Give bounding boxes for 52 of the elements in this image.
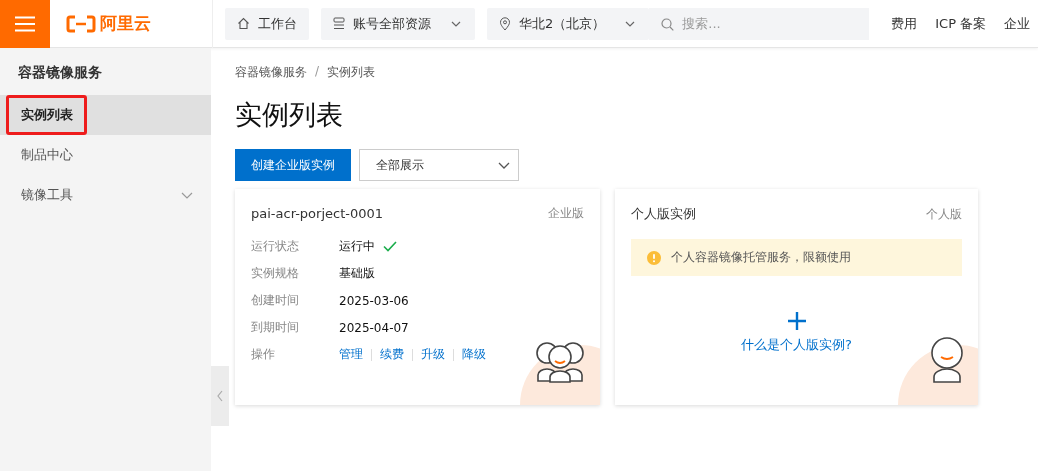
caret-icon — [625, 20, 636, 27]
field-label: 运行状态 — [251, 238, 300, 255]
stack-icon — [333, 17, 345, 30]
plus-icon[interactable] — [787, 312, 806, 330]
edition-label: 个人版 — [926, 205, 962, 223]
menu-icon — [15, 15, 35, 32]
action-link[interactable]: 管理 — [339, 346, 363, 363]
menu-button[interactable] — [0, 0, 50, 48]
person-drawing — [930, 337, 964, 383]
breadcrumb-item: 实例列表 — [327, 64, 376, 81]
field-label: 操作 — [251, 346, 276, 363]
action-link[interactable]: 降级 — [462, 346, 486, 363]
filter-select[interactable]: 全部展示 — [359, 149, 519, 181]
nav-button[interactable]: 工作台 — [225, 7, 309, 40]
card-title: pai-acr-porject-0001 — [251, 206, 384, 221]
field-label: 创建时间 — [251, 292, 300, 309]
chevron-icon — [217, 390, 223, 402]
page-title: 实例列表 — [235, 98, 344, 132]
field-label: 实例规格 — [251, 265, 300, 282]
field-value: 运行中 — [339, 238, 375, 255]
field-value: 2025-03-06 — [339, 293, 409, 308]
notice-text: 个人容器镜像托管服务，限额使用 — [671, 249, 851, 266]
sidebar-item[interactable]: 制品中心 — [0, 135, 211, 175]
breadcrumb-separator: / — [315, 64, 320, 80]
edition-label: 企业版 — [548, 205, 584, 222]
nav-link[interactable]: 企业 — [1004, 14, 1031, 33]
breadcrumb-item[interactable]: 容器镜像服务 — [235, 64, 307, 81]
field-value: 基础版 — [339, 265, 375, 282]
sidebar-title: 容器镜像服务 — [17, 63, 103, 82]
chevron-icon — [181, 191, 193, 199]
field-value: 2025-04-07 — [339, 320, 409, 335]
dropdown-button[interactable]: 账号全部资源 — [321, 7, 475, 40]
create-button[interactable]: 创建企业版实例 — [235, 149, 351, 181]
logo-icon — [66, 14, 96, 33]
action-link[interactable]: 升级 — [421, 346, 445, 363]
location-icon — [499, 16, 511, 31]
nav-link[interactable]: 费用 — [891, 14, 918, 33]
people-drawing — [534, 339, 586, 383]
dropdown-button[interactable]: 华北2（北京） — [487, 7, 650, 40]
help-link[interactable]: 什么是个人版实例? — [741, 336, 852, 354]
field-label: 到期时间 — [251, 319, 300, 336]
sidebar-item[interactable]: 实例列表 — [0, 95, 211, 135]
collapse-handle[interactable] — [211, 366, 229, 426]
action-link[interactable]: 续费 — [380, 346, 404, 363]
nav-link[interactable]: ICP 备案 — [935, 14, 987, 33]
caret-icon — [498, 161, 510, 169]
home-icon — [237, 17, 250, 30]
sidebar-item[interactable]: 镜像工具 — [0, 175, 211, 215]
card-title: 个人版实例 — [631, 205, 696, 223]
warning-icon — [647, 250, 661, 265]
caret-icon — [451, 20, 461, 27]
search-field[interactable]: 搜索... — [649, 7, 870, 40]
